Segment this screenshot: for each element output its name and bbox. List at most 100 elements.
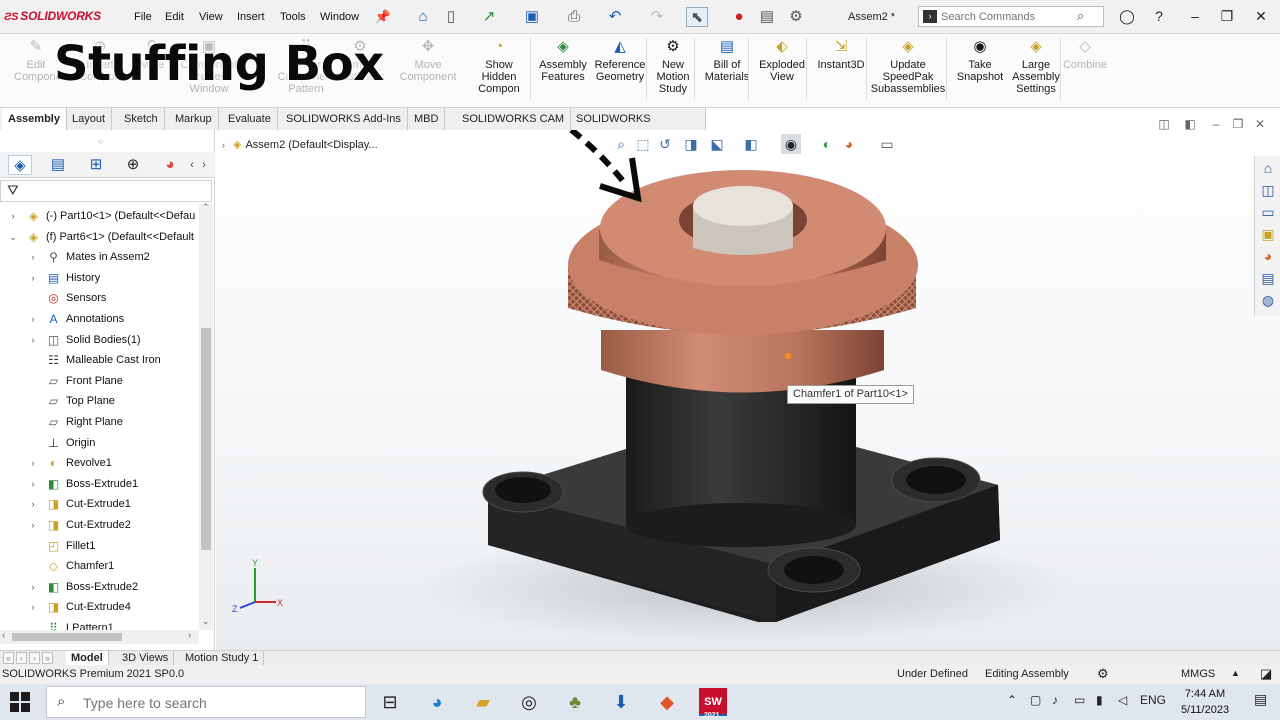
tree-hscroll-thumb[interactable] <box>12 633 122 641</box>
configuration-manager-tab-icon[interactable]: ⊞ <box>84 155 108 175</box>
tree-item[interactable]: › ◫ Solid Bodies(1) <box>0 330 199 350</box>
community-forum-icon[interactable]: ◍ <box>1258 290 1278 310</box>
search-input[interactable] <box>941 9 1081 24</box>
tree-item[interactable]: ⌄ ◈ (f) Part6<1> (Default<<Default <box>0 227 199 247</box>
expand-chevron-icon[interactable]: › <box>28 268 38 288</box>
tree-item[interactable]: › ◈ (-) Part10<1> (Default<<Defau <box>0 206 199 226</box>
panel-tab-next-icon[interactable]: › <box>192 155 216 175</box>
panel-grip-icon[interactable]: ○ <box>98 136 103 146</box>
instant3d-button[interactable]: ⇲ Instant3D <box>812 38 870 71</box>
tree-item[interactable]: ▱ Front Plane <box>0 371 199 391</box>
solidworks-resources-icon[interactable]: ⌂ <box>1258 158 1278 178</box>
tab-mbd[interactable]: MBD <box>408 108 446 130</box>
tree-item[interactable]: ◎ Sensors <box>0 288 199 308</box>
tree-item[interactable]: › ⚲ Mates in Assem2 <box>0 247 199 267</box>
snapshot-button[interactable]: ◉ Take Snapshot <box>952 38 1008 83</box>
edit-component-button[interactable]: ✎ Edit Compone <box>14 38 62 83</box>
close-button[interactable]: ✕ <box>1248 6 1274 26</box>
tab-solidworks-inspection[interactable]: SOLIDWORKS Inspection <box>570 108 706 147</box>
tree-item[interactable]: › A Annotations <box>0 309 199 329</box>
battery-icon[interactable]: ▮ <box>1096 693 1103 707</box>
file-explorer-icon[interactable]: ▭ <box>1258 202 1278 222</box>
tree-item[interactable]: › ◧ Boss-Extrude1 <box>0 474 199 494</box>
gland-cap[interactable] <box>568 170 918 393</box>
tab-3d-views[interactable]: 3D Views <box>117 651 175 666</box>
exploded-view-button[interactable]: ⬖ Exploded View <box>756 38 808 83</box>
app-taskbar-icon[interactable]: ♣ <box>561 688 589 716</box>
tree-item[interactable]: › ◨ Cut-Extrude2 <box>0 515 199 535</box>
task-view-icon[interactable]: ⊟ <box>376 688 404 716</box>
tree-item[interactable]: ◇ Chamfer1 <box>0 556 199 576</box>
quick-tips-icon[interactable]: ◪ <box>1260 666 1272 682</box>
tray-overflow-icon[interactable]: ⌃ <box>1007 693 1017 707</box>
expand-chevron-icon[interactable]: › <box>28 515 38 535</box>
open-icon[interactable]: ↗ <box>478 7 500 27</box>
tab-layout[interactable]: Layout <box>66 108 113 130</box>
user-account-icon[interactable]: ◯ <box>1114 6 1140 26</box>
menu-window[interactable]: Window <box>320 11 359 23</box>
network-icon[interactable]: ▭ <box>1074 693 1085 707</box>
tree-item[interactable]: ◰ Fillet1 <box>0 536 199 556</box>
expand-chevron-icon[interactable]: › <box>28 577 38 597</box>
solidworks-taskbar-icon[interactable]: SW 2021 <box>699 688 727 719</box>
menu-file[interactable]: File <box>134 11 152 23</box>
search-commands[interactable]: › ⌕ <box>918 6 1104 27</box>
microphone-icon[interactable]: ♪ <box>1052 693 1058 707</box>
tree-item[interactable]: ▱ Top Plane <box>0 391 199 411</box>
start-windows-icon[interactable] <box>10 692 32 714</box>
options-gear-icon[interactable]: ⚙ <box>785 7 807 27</box>
expand-chevron-icon[interactable]: › <box>28 597 38 617</box>
tree-item[interactable]: › ◨ Cut-Extrude4 <box>0 597 199 617</box>
expand-chevron-icon[interactable]: › <box>28 453 38 473</box>
expand-chevron-icon[interactable]: › <box>28 309 38 329</box>
redo-icon[interactable]: ↷ <box>646 7 668 27</box>
scroll-left-icon[interactable]: ‹ <box>2 630 5 641</box>
menu-insert[interactable]: Insert <box>237 11 265 23</box>
expand-chevron-icon[interactable]: › <box>28 330 38 350</box>
large-assembly-button[interactable]: ◈ Large Assembly Settings <box>1008 38 1064 95</box>
select-icon[interactable]: ⬉ <box>686 7 708 27</box>
tree-item[interactable]: › ◐ Revolve1 <box>0 453 199 473</box>
filter-icon[interactable]: ⛛ <box>7 182 19 199</box>
chrome-like-app-icon[interactable]: ◎ <box>515 688 543 716</box>
appearances-icon[interactable]: ◕ <box>1258 246 1278 266</box>
home-icon[interactable]: ⌂ <box>412 7 434 27</box>
tab-solidworks-cam[interactable]: SOLIDWORKS CAM <box>456 108 572 130</box>
tree-item[interactable]: ⊥ Origin <box>0 433 199 453</box>
prev-tab-arrow-icon[interactable]: ‹ <box>16 652 27 664</box>
assembly-features-button[interactable]: ◈ Assembly Features <box>536 38 590 83</box>
new-document-icon[interactable]: ▯ <box>440 7 462 27</box>
tab-sketch[interactable]: Sketch <box>118 108 165 130</box>
speedpak-button[interactable]: ◈ Update SpeedPak Subassemblies <box>870 38 946 95</box>
tree-item[interactable]: ⣿ LPattern1 <box>0 618 199 630</box>
motion-study-button[interactable]: ⚙ New Motion Study <box>650 38 696 95</box>
edge-browser-icon[interactable]: ◕ <box>423 688 451 716</box>
taskbar-search-input[interactable] <box>83 694 353 712</box>
tree-vertical-scrollbar[interactable]: ⌃ ⌄ <box>199 202 213 630</box>
system-clock[interactable]: 7:44 AM 5/11/2023 <box>1170 686 1240 718</box>
units-selector[interactable]: MMGS <box>1181 668 1215 680</box>
tree-item[interactable]: › ▤ History <box>0 268 199 288</box>
search-icon[interactable]: ⌕ <box>1077 8 1084 24</box>
expand-chevron-icon[interactable]: › <box>28 494 38 514</box>
view-palette-icon[interactable]: ▣ <box>1258 224 1278 244</box>
brave-browser-icon[interactable]: ◆ <box>653 688 681 716</box>
scroll-right-icon[interactable]: › <box>188 630 191 641</box>
tree-item[interactable]: ▱ Right Plane <box>0 412 199 432</box>
custom-properties-icon[interactable]: ▤ <box>1258 268 1278 288</box>
tab-assembly[interactable]: Assembly <box>2 108 67 130</box>
tree-item[interactable]: › ◨ Cut-Extrude1 <box>0 494 199 514</box>
rebuild-icon[interactable]: ● <box>728 7 750 27</box>
move-component-button[interactable]: ✥ Move Component <box>398 38 458 83</box>
save-icon[interactable]: ▣ <box>521 7 543 27</box>
dimxpert-tab-icon[interactable]: ⊕ <box>121 155 145 175</box>
collapse-chevron-icon[interactable]: ⌄ <box>8 227 18 247</box>
minimize-button[interactable]: – <box>1182 6 1208 26</box>
menu-edit[interactable]: Edit <box>165 11 184 23</box>
file-explorer-taskbar-icon[interactable]: ▰ <box>469 688 497 716</box>
restore-button[interactable]: ❐ <box>1214 6 1240 26</box>
show-hidden-button[interactable]: ◔ Show Hidden Compon <box>464 38 534 95</box>
expand-chevron-icon[interactable]: › <box>8 206 18 226</box>
last-tab-arrow-icon[interactable]: » <box>42 652 53 664</box>
feature-manager-tab-icon[interactable]: ◈ <box>8 155 32 175</box>
